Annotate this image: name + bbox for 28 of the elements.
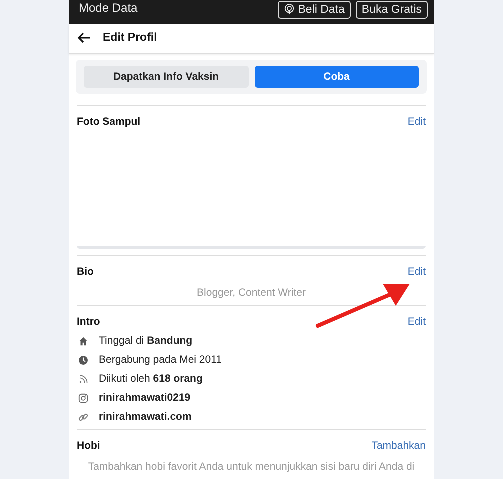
intro-item: Tinggal di Bandung — [99, 335, 193, 347]
edit-link[interactable]: Edit — [408, 116, 426, 128]
intro-item: Diikuti oleh 618 orang — [99, 373, 203, 385]
section-text: Tambahkan hobi favorit Anda untuk menunjukkan sisi baru diri Anda di — [87, 461, 416, 473]
section-title: Hobi — [77, 440, 100, 452]
try-button[interactable]: Coba — [254, 66, 419, 88]
vaccine-info-button[interactable]: Dapatkan Info Vaksin — [84, 66, 248, 88]
clock-icon — [78, 354, 89, 366]
back-icon[interactable] — [77, 32, 91, 44]
home-icon — [78, 336, 89, 346]
section-title: Intro — [77, 316, 100, 328]
status-title: Mode Data — [79, 0, 139, 15]
add-link[interactable]: Tambahkan — [372, 440, 426, 452]
intro-item: rinirahmawati0219 — [99, 392, 191, 404]
section-title: Bio — [77, 266, 94, 278]
data-button[interactable]: Buka Gratis — [356, 0, 428, 19]
data-button[interactable]: Beli Data — [278, 0, 351, 19]
intro-item: rinirahmawati.com — [99, 411, 192, 423]
edit-link[interactable]: Edit — [408, 266, 426, 278]
link-icon — [78, 412, 89, 422]
edit-link[interactable]: Edit — [408, 316, 426, 328]
rss-icon — [78, 374, 89, 384]
broadcast-icon — [284, 4, 296, 16]
intro-item: Bergabung pada Mei 2011 — [99, 354, 222, 366]
camera-icon — [78, 392, 89, 404]
section-text: Blogger, Content Writer — [196, 287, 307, 299]
page-title: Edit Profil — [103, 32, 158, 44]
section-title: Foto Sampul — [77, 116, 141, 128]
